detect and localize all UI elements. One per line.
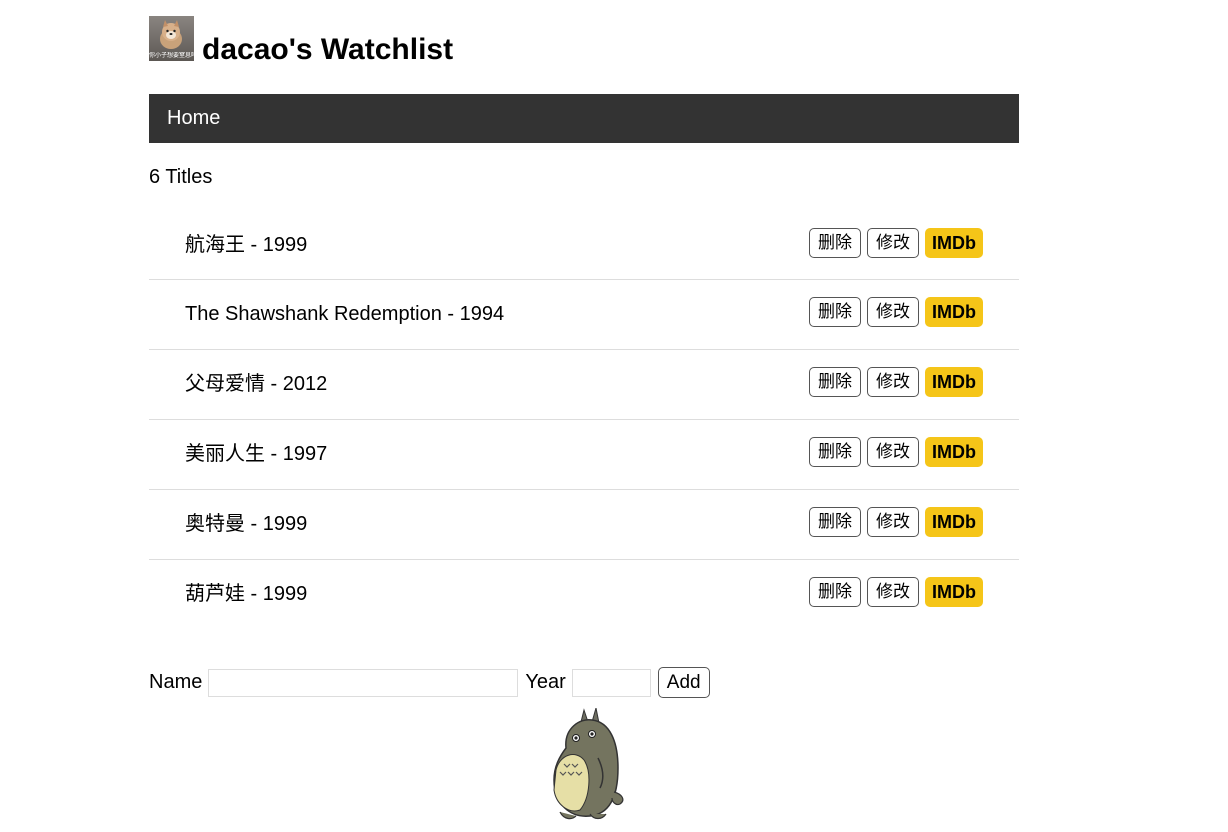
edit-button[interactable]: 修改: [867, 437, 919, 467]
name-input[interactable]: [208, 668, 519, 697]
movie-item: 葫芦娃 - 1999 删除 修改 IMDb: [149, 560, 1019, 629]
movie-item: 美丽人生 - 1997 删除 修改 IMDb: [149, 420, 1019, 490]
avatar-caption: 你小子想要窒息吗: [149, 52, 194, 59]
movie-title: The Shawshank Redemption - 1994: [185, 303, 505, 325]
add-movie-form: Name Year Add: [149, 667, 1019, 698]
movie-actions: 删除 修改 IMDb: [809, 228, 983, 258]
name-label: Name: [149, 671, 203, 693]
title-count: 6 Titles: [149, 166, 213, 188]
edit-button[interactable]: 修改: [867, 297, 919, 327]
movie-item: 航海王 - 1999 删除 修改 IMDb: [149, 215, 1019, 280]
shiba-dog-icon: [160, 20, 182, 49]
delete-button[interactable]: 删除: [809, 297, 861, 327]
movie-title: 奥特曼 - 1999: [185, 513, 308, 535]
movie-actions: 删除 修改 IMDb: [809, 437, 983, 467]
imdb-link[interactable]: IMDb: [925, 297, 983, 327]
imdb-link[interactable]: IMDb: [925, 228, 983, 258]
movie-actions: 删除 修改 IMDb: [809, 297, 983, 327]
edit-button[interactable]: 修改: [867, 228, 919, 258]
add-button[interactable]: Add: [657, 667, 710, 698]
edit-button[interactable]: 修改: [867, 577, 919, 607]
avatar: 你小子想要窒息吗: [149, 16, 194, 61]
imdb-link[interactable]: IMDb: [925, 437, 983, 467]
delete-button[interactable]: 删除: [809, 577, 861, 607]
nav-bar: Home: [149, 94, 1019, 143]
delete-button[interactable]: 删除: [809, 437, 861, 467]
nav-home-link[interactable]: Home: [167, 107, 220, 130]
movie-list: 航海王 - 1999 删除 修改 IMDb The Shawshank Rede…: [149, 215, 1019, 629]
edit-button[interactable]: 修改: [867, 507, 919, 537]
page-container: 你小子想要窒息吗 dacao's Watchlist Home 6 Titles…: [149, 0, 1019, 820]
movie-title: 美丽人生 - 1997: [185, 443, 328, 465]
movie-item: 奥特曼 - 1999 删除 修改 IMDb: [149, 490, 1019, 560]
imdb-link[interactable]: IMDb: [925, 577, 983, 607]
movie-actions: 删除 修改 IMDb: [809, 507, 983, 537]
page-title: dacao's Watchlist: [202, 33, 454, 66]
edit-button[interactable]: 修改: [867, 367, 919, 397]
movie-title: 航海王 - 1999: [185, 234, 308, 256]
movie-title: 葫芦娃 - 1999: [185, 583, 308, 605]
delete-button[interactable]: 删除: [809, 228, 861, 258]
totoro-icon: [553, 708, 624, 820]
year-label: Year: [525, 671, 566, 693]
movie-title: 父母爱情 - 2012: [185, 373, 328, 395]
imdb-link[interactable]: IMDb: [925, 367, 983, 397]
delete-button[interactable]: 删除: [809, 507, 861, 537]
movie-actions: 删除 修改 IMDb: [809, 367, 983, 397]
header: 你小子想要窒息吗 dacao's Watchlist: [149, 0, 1019, 94]
movie-actions: 删除 修改 IMDb: [809, 577, 983, 607]
delete-button[interactable]: 删除: [809, 367, 861, 397]
movie-item: The Shawshank Redemption - 1994 删除 修改 IM…: [149, 280, 1019, 350]
movie-item: 父母爱情 - 2012 删除 修改 IMDb: [149, 350, 1019, 420]
imdb-link[interactable]: IMDb: [925, 507, 983, 537]
year-input[interactable]: [571, 668, 651, 697]
